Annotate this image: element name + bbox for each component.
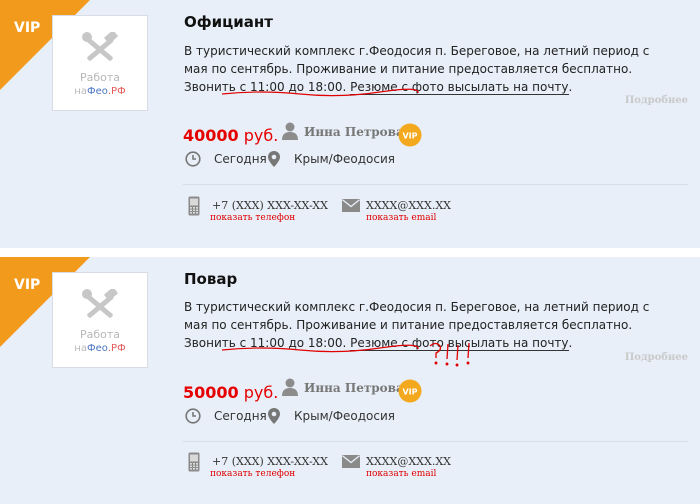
red-underline-annotation [221, 88, 419, 97]
clock-icon [185, 151, 201, 167]
person-icon [282, 122, 298, 140]
location-pin-icon [268, 151, 280, 167]
email-address: XXXX@XXX.XX [366, 455, 451, 468]
logo-domain: наФео.РФ [74, 86, 126, 97]
job-title[interactable]: Официант [184, 13, 273, 31]
mail-icon [342, 455, 360, 468]
more-link[interactable]: Подробнее [625, 95, 688, 106]
phone-icon [188, 196, 200, 216]
show-phone-link[interactable]: показать телефон [210, 469, 295, 479]
job-listing-card[interactable]: VIP Работа наФео.РФ Официант В туристиче… [0, 0, 700, 248]
logo-domain: наФео.РФ [74, 343, 126, 354]
salary: 50000 руб. [183, 383, 279, 402]
logo-text: Работа [79, 71, 121, 84]
phone-number: +7 (XXX) XXX-XX-XX [212, 199, 328, 212]
clock-icon [185, 408, 201, 424]
more-link[interactable]: Подробнее [625, 352, 688, 363]
show-email-link[interactable]: показать email [366, 213, 436, 223]
tools-icon [82, 289, 118, 318]
vip-label: VIP [14, 20, 41, 36]
location: Крым/Феодосия [294, 409, 396, 423]
svg-text:VIP: VIP [402, 388, 417, 397]
job-title[interactable]: Повар [184, 270, 237, 288]
vip-badge-icon: VIP [398, 123, 422, 147]
show-phone-link[interactable]: показать телефон [210, 213, 295, 223]
svg-text:VIP: VIP [402, 132, 417, 141]
employer-name[interactable]: Инна Петрова [304, 381, 404, 395]
vip-badge-icon: VIP [398, 379, 422, 403]
logo-text: Работа [79, 328, 121, 341]
person-icon [282, 378, 298, 396]
post-date: Сегодня [214, 409, 267, 423]
divider [183, 184, 688, 185]
phone-icon [188, 452, 200, 472]
mail-icon [342, 199, 360, 212]
job-listing-card[interactable]: VIP Работа наФео.РФ Повар В туристически… [0, 257, 700, 504]
red-question-marks-annotation [221, 342, 470, 367]
phone-number: +7 (XXX) XXX-XX-XX [212, 455, 328, 468]
divider [183, 441, 688, 442]
company-logo[interactable]: Работа наФео.РФ [52, 272, 148, 368]
employer-name[interactable]: Инна Петрова [304, 125, 404, 139]
show-email-link[interactable]: показать email [366, 469, 436, 479]
post-date: Сегодня [214, 152, 267, 166]
location-pin-icon [268, 408, 280, 424]
location: Крым/Феодосия [294, 152, 396, 166]
company-logo[interactable]: Работа наФео.РФ [52, 15, 148, 111]
tools-icon [82, 32, 118, 61]
salary: 40000 руб. [183, 126, 279, 145]
email-address: XXXX@XXX.XX [366, 199, 451, 212]
vip-label: VIP [14, 277, 41, 293]
